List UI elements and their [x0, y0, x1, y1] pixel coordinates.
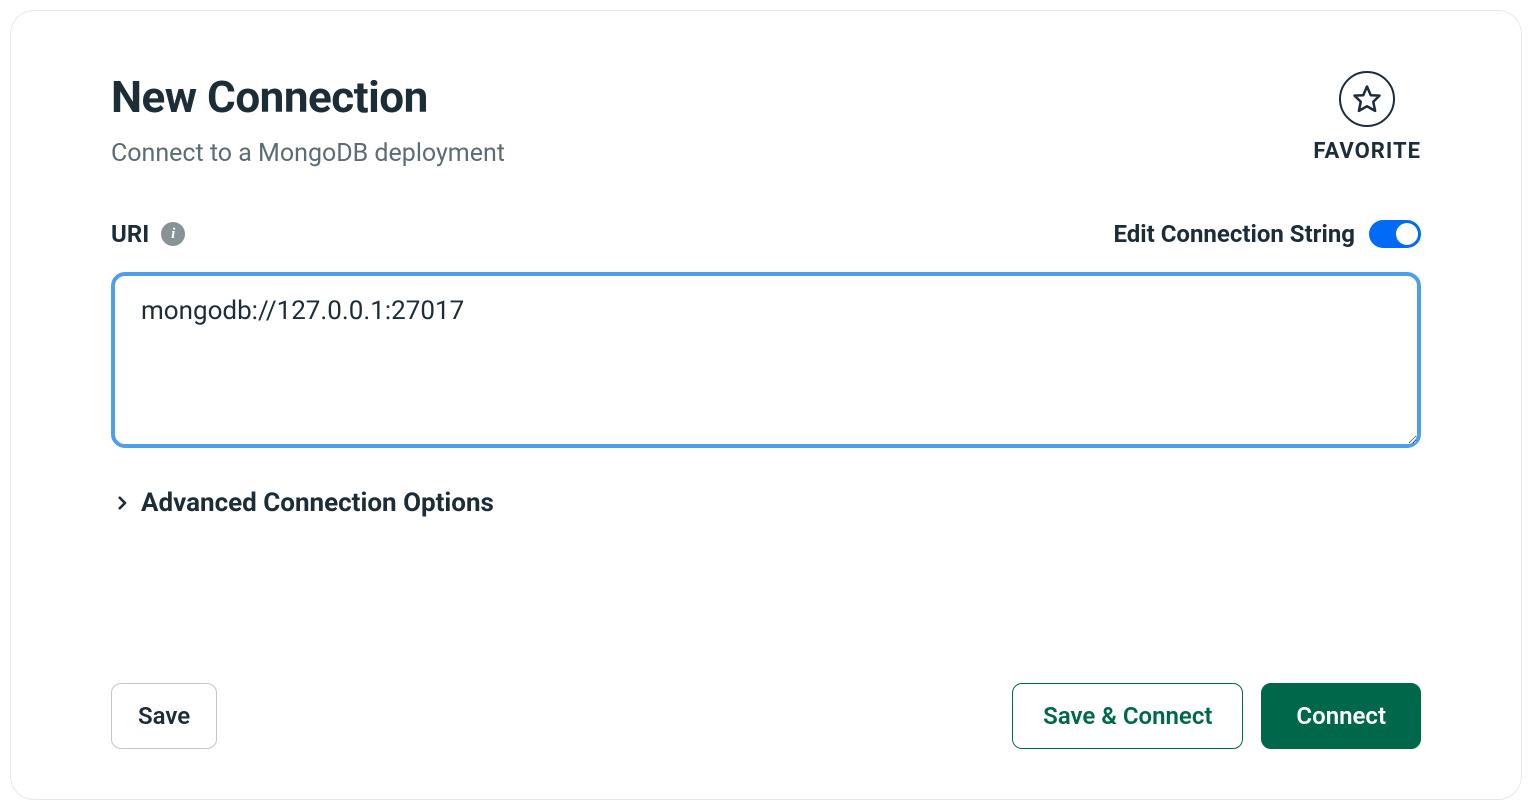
save-button[interactable]: Save [111, 683, 217, 749]
uri-label: URI [111, 220, 149, 248]
page-title: New Connection [111, 71, 505, 123]
chevron-right-icon [111, 492, 133, 514]
page-subtitle: Connect to a MongoDB deployment [111, 139, 505, 168]
favorite-block: FAVORITE [1313, 71, 1421, 164]
edit-connection-group: Edit Connection String [1114, 220, 1422, 248]
edit-connection-label: Edit Connection String [1114, 220, 1356, 248]
advanced-options-toggle[interactable]: Advanced Connection Options [111, 488, 1421, 518]
info-icon[interactable]: i [161, 222, 185, 246]
uri-label-group: URI i [111, 220, 185, 248]
title-block: New Connection Connect to a MongoDB depl… [111, 71, 505, 168]
save-connect-button[interactable]: Save & Connect [1012, 683, 1243, 749]
favorite-label: FAVORITE [1313, 139, 1421, 164]
star-icon [1352, 84, 1382, 114]
header-row: New Connection Connect to a MongoDB depl… [111, 71, 1421, 168]
footer-row: Save Save & Connect Connect [111, 603, 1421, 749]
connect-button[interactable]: Connect [1261, 683, 1421, 749]
footer-right-group: Save & Connect Connect [1012, 683, 1421, 749]
uri-input[interactable] [111, 272, 1421, 448]
edit-connection-toggle[interactable] [1369, 220, 1421, 248]
uri-header-row: URI i Edit Connection String [111, 220, 1421, 248]
favorite-button[interactable] [1339, 71, 1395, 127]
new-connection-panel: New Connection Connect to a MongoDB depl… [10, 10, 1522, 800]
advanced-options-label: Advanced Connection Options [141, 488, 494, 518]
